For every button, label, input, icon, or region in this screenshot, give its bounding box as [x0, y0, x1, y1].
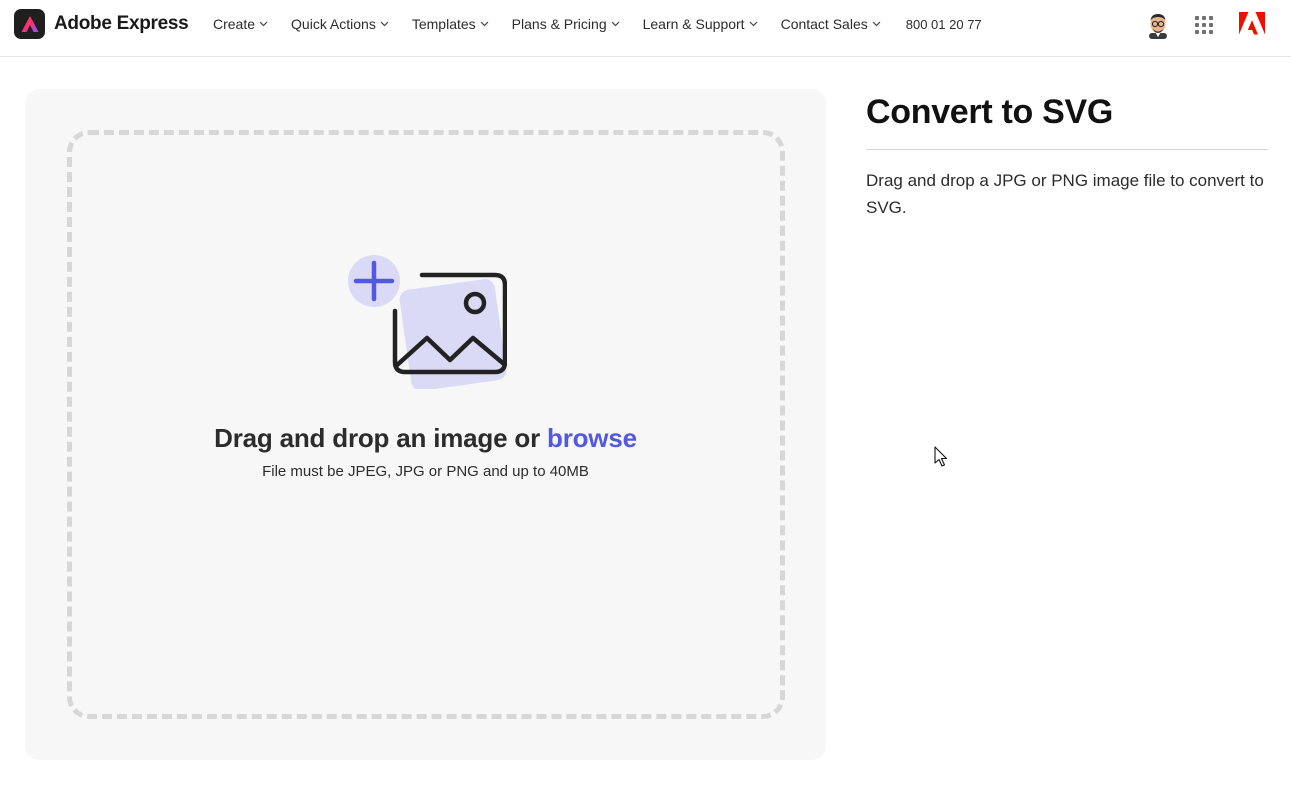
apps-dot [1209, 23, 1213, 27]
nav-create-label: Create [213, 16, 256, 32]
file-requirements-text: File must be JPEG, JPG or PNG and up to … [262, 463, 589, 480]
apps-dot [1202, 30, 1206, 34]
apps-dot [1195, 30, 1199, 34]
main-nav: Create Quick Actions Templates Plans & P… [213, 0, 982, 48]
chevron-down-icon [611, 21, 620, 27]
nav-plans-pricing-label: Plans & Pricing [511, 16, 607, 32]
apps-dot [1209, 16, 1213, 20]
top-navigation-bar: Adobe Express Create Quick Actions Templ… [0, 0, 1291, 57]
chevron-down-icon [480, 21, 489, 27]
page-description: Drag and drop a JPG or PNG image file to… [866, 171, 1264, 217]
adobe-express-home-link[interactable]: Adobe Express [14, 9, 189, 39]
title-divider [866, 149, 1268, 150]
add-image-icon [348, 255, 507, 389]
chevron-down-icon [749, 21, 758, 27]
adobe-logo-icon[interactable] [1239, 12, 1265, 36]
chevron-down-icon [872, 21, 881, 27]
user-avatar-icon[interactable] [1145, 11, 1171, 39]
nav-quick-actions-label: Quick Actions [291, 16, 376, 32]
chevron-down-icon [259, 21, 268, 27]
apps-dot [1195, 23, 1199, 27]
nav-create[interactable]: Create [213, 16, 268, 32]
adobe-express-logo-icon [14, 9, 45, 39]
nav-contact-sales-label: Contact Sales [780, 16, 868, 32]
brand-name: Adobe Express [54, 13, 189, 34]
apps-dot [1195, 16, 1199, 20]
nav-templates[interactable]: Templates [412, 16, 489, 32]
apps-dot [1202, 16, 1206, 20]
phone-number[interactable]: 800 01 20 77 [906, 17, 982, 32]
nav-contact-sales[interactable]: Contact Sales [781, 16, 881, 32]
nav-learn-support-label: Learn & Support [642, 16, 745, 32]
chevron-down-icon [380, 21, 389, 27]
mouse-pointer-icon [934, 446, 948, 467]
app-switcher-grid-icon[interactable] [1195, 16, 1213, 34]
nav-templates-label: Templates [411, 16, 476, 32]
upload-panel: Drag and drop an image or browse File mu… [25, 89, 826, 760]
drop-heading-text: Drag and drop an image or [214, 423, 540, 453]
browse-link[interactable]: browse [547, 423, 637, 453]
apps-dot [1209, 30, 1213, 34]
apps-dot [1202, 23, 1206, 27]
nav-learn-support[interactable]: Learn & Support [643, 16, 758, 32]
nav-plans-pricing[interactable]: Plans & Pricing [512, 16, 620, 32]
nav-quick-actions[interactable]: Quick Actions [291, 16, 389, 32]
drop-heading: Drag and drop an image or browse [25, 423, 826, 454]
page-title: Convert to SVG [866, 93, 1114, 131]
